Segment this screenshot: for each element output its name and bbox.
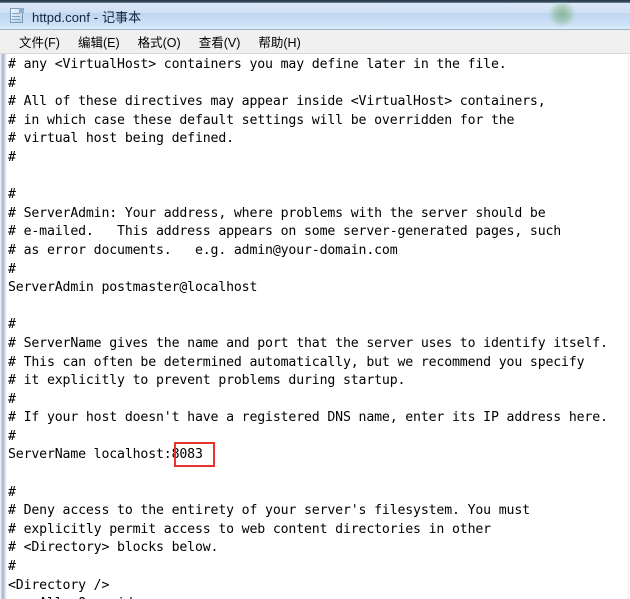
editor-line: # as error documents. e.g. admin@your-do… — [8, 242, 398, 258]
editor-line: # e-mailed. This address appears on some… — [8, 224, 562, 240]
editor-line: # explicitly permit access to web conten… — [8, 521, 491, 537]
editor-line: # — [8, 559, 16, 575]
editor-line: ServerName localhost:8083 — [8, 447, 203, 463]
editor-line: # virtual host being defined. — [8, 131, 234, 147]
menu-view[interactable]: 查看(V) — [190, 30, 250, 54]
title-bar[interactable]: httpd.conf - 记事本 — [0, 0, 630, 30]
editor-line: # ServerName gives the name and port tha… — [8, 335, 608, 351]
editor-line: # — [8, 187, 16, 203]
editor-line: ServerAdmin postmaster@localhost — [8, 280, 258, 296]
editor-line: # — [8, 484, 16, 500]
menu-file[interactable]: 文件(F) — [10, 30, 69, 54]
title-bar-content: httpd.conf - 记事本 — [0, 3, 630, 29]
menu-bar: 文件(F) 编辑(E) 格式(O) 查看(V) 帮助(H) — [0, 30, 630, 54]
text-editor[interactable]: # any <VirtualHost> containers you may d… — [8, 56, 628, 599]
editor-line: # All of these directives may appear ins… — [8, 94, 546, 110]
editor-line: AllowOverride none — [8, 595, 628, 599]
menu-help[interactable]: 帮助(H) — [249, 30, 309, 54]
notepad-window: httpd.conf - 记事本 文件(F) 编辑(E) 格式(O) 查看(V)… — [0, 0, 630, 599]
menu-edit[interactable]: 编辑(E) — [69, 30, 129, 54]
window-title: httpd.conf - 记事本 — [32, 9, 142, 25]
notepad-document-icon — [9, 8, 25, 24]
menu-format[interactable]: 格式(O) — [129, 30, 190, 54]
editor-line: # — [8, 75, 16, 91]
editor-client-area: # any <VirtualHost> containers you may d… — [0, 54, 630, 599]
editor-line: # This can often be determined automatic… — [8, 354, 585, 370]
left-window-frame — [0, 54, 7, 599]
editor-line: # <Directory> blocks below. — [8, 540, 219, 556]
editor-line: # it explicitly to prevent problems duri… — [8, 373, 406, 389]
editor-line: # — [8, 391, 16, 407]
editor-line: # If your host doesn't have a registered… — [8, 410, 608, 426]
editor-line: <Directory /> — [8, 577, 110, 593]
editor-line: # — [8, 317, 16, 333]
editor-line: # — [8, 149, 16, 165]
editor-line: # any <VirtualHost> containers you may d… — [8, 57, 507, 72]
editor-line: # ServerAdmin: Your address, where probl… — [8, 205, 546, 221]
editor-line: # — [8, 261, 16, 277]
editor-line: # — [8, 428, 16, 444]
editor-line: # in which case these default settings w… — [8, 112, 515, 128]
editor-line: # Deny access to the entirety of your se… — [8, 503, 530, 519]
